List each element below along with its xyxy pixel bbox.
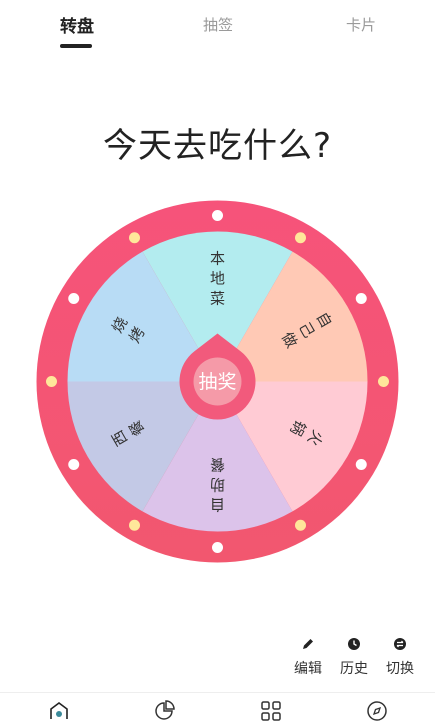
- switch-button[interactable]: 切换: [377, 636, 423, 678]
- pie-chart-icon: [155, 700, 175, 720]
- wheel-ring-dot: [129, 232, 140, 244]
- active-tab-indicator: [60, 44, 92, 48]
- wheel-segment-label: 自助餐: [210, 456, 225, 514]
- wheel-segment-char: 地: [210, 270, 225, 288]
- wheel-segment-char: 本: [210, 250, 225, 268]
- wheel-ring-dot: [355, 459, 367, 470]
- wheel-ring-dot: [295, 232, 306, 244]
- switch-icon: [377, 636, 423, 654]
- wheel-ring-dot: [295, 519, 306, 531]
- wheel-segment-char: 餐: [210, 456, 225, 474]
- bottom-nav: [0, 692, 435, 721]
- grid-icon: [261, 701, 281, 721]
- switch-button-label: 切换: [386, 661, 414, 677]
- wheel-actions: 编辑 历史 切换: [285, 636, 423, 682]
- spin-button-label: 抽奖: [198, 371, 236, 393]
- nav-stats[interactable]: [152, 699, 176, 721]
- prize-wheel-svg: 本地菜自己做火锅自助餐西餐烧烤 抽奖: [36, 200, 399, 563]
- wheel-ring-dot: [212, 542, 223, 553]
- wheel-screen: 转盘 抽签 卡片 今天去吃什么? 本地菜自己做火锅自助餐西餐烧烤 抽奖 编辑 历…: [0, 0, 435, 721]
- wheel-ring-dot: [212, 210, 223, 221]
- edit-button[interactable]: 编辑: [285, 636, 331, 678]
- wheel-ring-dot: [378, 376, 389, 387]
- wheel-question: 今天去吃什么?: [102, 126, 333, 166]
- nav-home[interactable]: [47, 699, 71, 721]
- tab-draw-lots[interactable]: 抽签: [203, 14, 233, 35]
- wheel-segment-char: 助: [210, 476, 225, 494]
- edit-button-label: 编辑: [294, 661, 322, 677]
- top-tabs: 转盘 抽签 卡片: [0, 0, 435, 52]
- clock-icon: [331, 636, 377, 654]
- tab-wheel[interactable]: 转盘: [60, 12, 94, 37]
- tab-cards[interactable]: 卡片: [346, 14, 376, 35]
- wheel-segment-char: 菜: [210, 290, 225, 308]
- wheel-segment-label: 本地菜: [210, 250, 225, 308]
- history-button-label: 历史: [340, 661, 368, 677]
- home-icon: [50, 702, 68, 719]
- wheel-ring-dot: [68, 293, 80, 304]
- compass-icon: [367, 701, 387, 721]
- wheel-ring-dot: [355, 293, 367, 304]
- nav-discover[interactable]: [365, 699, 389, 721]
- wheel-ring-dot: [46, 376, 57, 387]
- prize-wheel[interactable]: 本地菜自己做火锅自助餐西餐烧烤 抽奖: [30, 194, 405, 569]
- wheel-ring-dot: [129, 519, 140, 531]
- history-button[interactable]: 历史: [331, 636, 377, 678]
- wheel-ring-dot: [68, 459, 80, 470]
- wheel-segment-char: 自: [210, 496, 225, 514]
- pencil-icon: [285, 636, 331, 654]
- nav-grid[interactable]: [259, 699, 283, 721]
